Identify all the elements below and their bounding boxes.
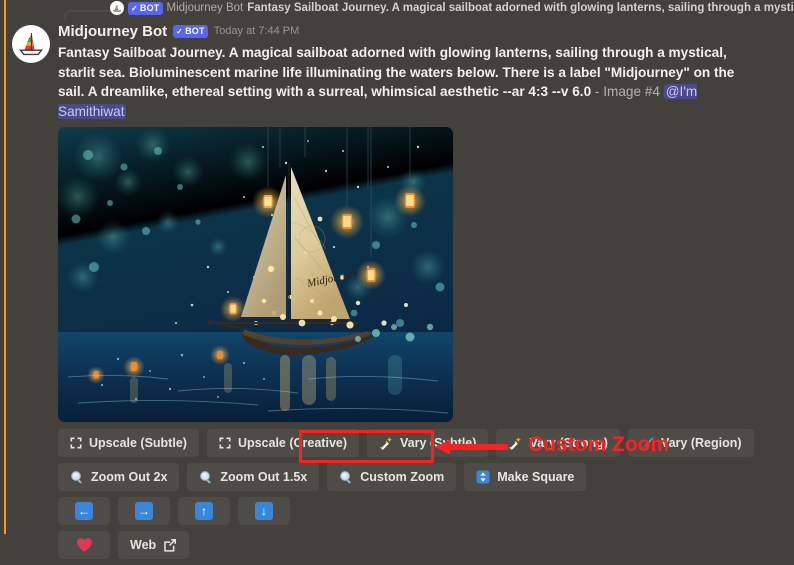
- pan-left-button[interactable]: ←: [58, 497, 110, 525]
- heart-icon: [76, 537, 93, 553]
- paintbrush-icon: [640, 436, 654, 450]
- magic-wand-icon: [508, 436, 522, 450]
- arrow-glyph: →: [138, 504, 150, 518]
- magic-wand-icon: [379, 436, 393, 450]
- pan-right-button[interactable]: →: [118, 497, 170, 525]
- zoom-out-1-5x-button[interactable]: Zoom Out 1.5x: [187, 463, 320, 491]
- button-label: Zoom Out 2x: [91, 470, 168, 484]
- magnifier-icon: [199, 470, 213, 484]
- reply-bot-badge: ✓ BOT: [128, 1, 163, 15]
- zoom-out-2x-button[interactable]: Zoom Out 2x: [58, 463, 180, 491]
- button-label: Vary (Strong): [529, 436, 608, 450]
- pan-down-button[interactable]: ↓: [238, 497, 290, 525]
- message-header: Midjourney Bot ✓ BOT Today at 7:44 PM: [58, 20, 786, 42]
- arrow-glyph: ↓: [261, 504, 267, 518]
- button-label: Make Square: [497, 470, 575, 484]
- image-index-label: - Image #4: [594, 84, 660, 99]
- bot-check-icon: ✓: [176, 26, 184, 36]
- bot-check-icon: ✓: [131, 3, 138, 13]
- message-author-name[interactable]: Midjourney Bot: [58, 23, 167, 40]
- message-block: Midjourney Bot ✓ BOT Today at 7:44 PM Fa…: [0, 20, 794, 565]
- arrow-glyph: ←: [78, 504, 90, 518]
- reply-preview-text: Fantasy Sailboat Journey. A magical sail…: [247, 2, 794, 14]
- updown-arrows-icon: [476, 470, 490, 484]
- button-label: Upscale (Creative): [237, 436, 348, 450]
- misc-row: Web: [58, 531, 786, 559]
- button-label: Vary (Subtle): [400, 436, 477, 450]
- upscale-creative-button[interactable]: Upscale (Creative): [206, 429, 360, 457]
- expand-corners-icon: [70, 437, 82, 449]
- expand-corners-icon: [219, 437, 231, 449]
- web-button[interactable]: Web: [118, 531, 190, 559]
- reply-author-name: Midjourney Bot: [166, 2, 244, 14]
- vary-region-button[interactable]: Vary (Region): [627, 429, 754, 457]
- button-label: Web: [130, 538, 157, 552]
- generated-image[interactable]: Midjourney: [58, 127, 453, 422]
- arrow-glyph: ↑: [201, 504, 207, 518]
- custom-zoom-button[interactable]: Custom Zoom: [327, 463, 457, 491]
- upscale-subtle-button[interactable]: Upscale (Subtle): [58, 429, 199, 457]
- bot-badge-label: BOT: [185, 25, 205, 36]
- message-timestamp: Today at 7:44 PM: [213, 25, 300, 37]
- magnifier-icon: [70, 470, 84, 484]
- arrow-down-icon: ↓: [255, 502, 273, 520]
- arrow-up-icon: ↑: [195, 502, 213, 520]
- arrow-left-icon: ←: [75, 502, 93, 520]
- vary-strong-button[interactable]: Vary (Strong): [496, 429, 620, 457]
- magnifier-icon: [339, 470, 353, 484]
- button-label: Vary (Region): [660, 436, 742, 450]
- bot-badge-label: BOT: [139, 2, 160, 13]
- reply-spine-connector: [64, 10, 110, 20]
- button-label: Custom Zoom: [360, 470, 445, 484]
- pan-row: ← → ↑ ↓: [58, 497, 786, 525]
- mention-highlight-bar: [4, 0, 6, 534]
- button-label: Zoom Out 1.5x: [220, 470, 308, 484]
- reply-avatar: [110, 1, 124, 15]
- make-square-button[interactable]: Make Square: [464, 463, 587, 491]
- zoom-row: Zoom Out 2x Zoom Out 1.5x Custom Zoom Ma…: [58, 463, 786, 491]
- message-text: Fantasy Sailboat Journey. A magical sail…: [58, 43, 758, 121]
- arrow-right-icon: →: [135, 502, 153, 520]
- pan-up-button[interactable]: ↑: [178, 497, 230, 525]
- vary-subtle-button[interactable]: Vary (Subtle): [367, 429, 489, 457]
- avatar[interactable]: [12, 25, 50, 63]
- reply-preview[interactable]: ✓ BOT Midjourney Bot Fantasy Sailboat Jo…: [0, 0, 794, 20]
- message-bot-badge: ✓ BOT: [173, 24, 208, 38]
- button-label: Upscale (Subtle): [89, 436, 187, 450]
- message-components: Upscale (Subtle) Upscale (Creative) Vary…: [58, 429, 786, 559]
- favorite-button[interactable]: [58, 531, 110, 559]
- external-link-icon: [163, 538, 177, 552]
- upscale-vary-row: Upscale (Subtle) Upscale (Creative) Vary…: [58, 429, 786, 457]
